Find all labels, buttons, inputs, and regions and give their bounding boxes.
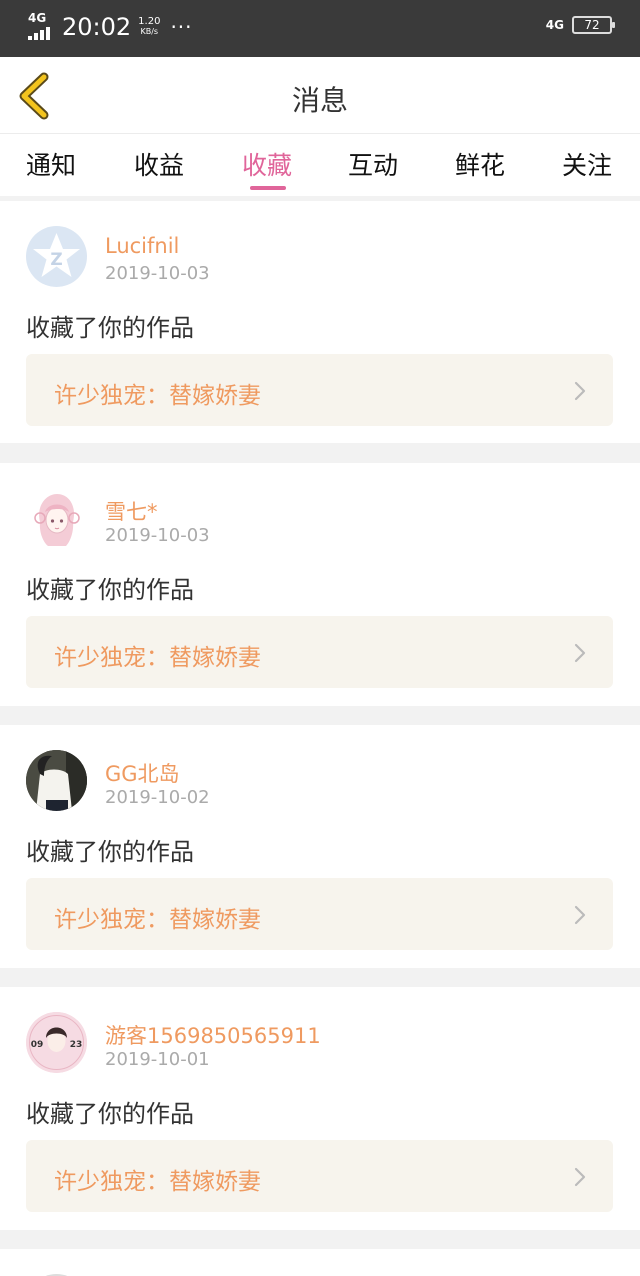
work-title: 许少独宠：替嫁娇妻 — [54, 907, 261, 933]
chevron-right-icon — [574, 905, 586, 925]
avatar[interactable]: Z — [26, 226, 87, 287]
message-action: 收藏了你的作品 — [26, 1100, 194, 1128]
work-title: 许少独宠：替嫁娇妻 — [54, 383, 261, 409]
status-time: 20:02 — [62, 13, 132, 41]
user-name[interactable]: Lucifnil — [105, 234, 179, 258]
status-bar: 4G 20:02 1.20 KB/s ··· 4G 72 — [0, 0, 640, 57]
work-title: 许少独宠：替嫁娇妻 — [54, 1169, 261, 1195]
page-title: 消息 — [291, 84, 348, 117]
work-link[interactable]: 许少独宠：替嫁娇妻 — [26, 878, 613, 950]
chevron-right-icon — [574, 381, 586, 401]
photo-avatar-icon — [26, 750, 87, 811]
network-speed: 1.20 KB/s — [138, 16, 161, 37]
tab-bar: 通知 收益 收藏 互动 鲜花 关注 — [0, 134, 640, 196]
work-title: 许少独宠：替嫁娇妻 — [54, 645, 261, 671]
work-link[interactable]: 许少独宠：替嫁娇妻 — [26, 1140, 613, 1212]
chevron-right-icon — [574, 1167, 586, 1187]
avatar[interactable] — [26, 488, 87, 549]
list-item[interactable] — [0, 1249, 640, 1276]
list-item[interactable]: 雪七* 2019-10-03 收藏了你的作品 许少独宠：替嫁娇妻 — [0, 463, 640, 706]
star-avatar-icon: Z — [33, 233, 80, 277]
avatar-text-left: 09 — [31, 1040, 44, 1050]
work-link[interactable]: 许少独宠：替嫁娇妻 — [26, 616, 613, 688]
work-link[interactable]: 许少独宠：替嫁娇妻 — [26, 354, 613, 426]
message-date: 2019-10-02 — [105, 787, 210, 808]
girl-avatar-icon — [34, 494, 80, 546]
tab-favorites[interactable]: 收藏 — [242, 146, 292, 182]
tab-earnings[interactable]: 收益 — [134, 146, 184, 182]
message-action: 收藏了你的作品 — [26, 838, 194, 866]
message-action: 收藏了你的作品 — [26, 314, 194, 342]
user-name[interactable]: 雪七* — [105, 496, 158, 526]
avatar-text-right: 23 — [70, 1040, 83, 1050]
message-date: 2019-10-03 — [105, 263, 210, 284]
chevron-right-icon — [574, 643, 586, 663]
network-type-right: 4G — [545, 18, 564, 32]
message-date: 2019-10-03 — [105, 525, 210, 546]
tab-notifications[interactable]: 通知 — [26, 146, 76, 182]
list-item[interactable]: Z Lucifnil 2019-10-03 收藏了你的作品 许少独宠：替嫁娇妻 — [0, 201, 640, 443]
battery-level: 72 — [584, 18, 600, 32]
user-name[interactable]: 游客1569850565911 — [105, 1020, 321, 1050]
avatar[interactable]: 09 23 — [26, 1012, 87, 1073]
user-name[interactable]: GG北岛 — [105, 758, 180, 788]
message-date: 2019-10-01 — [105, 1049, 210, 1070]
list-item[interactable]: 09 23 游客1569850565911 2019-10-01 收藏了你的作品… — [0, 987, 640, 1230]
network-type: 4G — [28, 11, 47, 25]
header: 消息 — [0, 57, 640, 134]
tab-interactions[interactable]: 互动 — [348, 146, 398, 182]
message-action: 收藏了你的作品 — [26, 576, 194, 604]
svg-text:Z: Z — [50, 250, 62, 270]
tab-flowers[interactable]: 鲜花 — [455, 146, 505, 182]
more-icon: ··· — [170, 15, 193, 39]
photo-avatar-icon: 09 23 — [26, 1012, 87, 1073]
battery-icon: 72 — [572, 16, 615, 34]
tab-following[interactable]: 关注 — [562, 146, 612, 182]
signal-icon: 4G — [28, 11, 54, 40]
active-tab-indicator — [250, 186, 286, 190]
avatar[interactable] — [26, 750, 87, 811]
list-item[interactable]: GG北岛 2019-10-02 收藏了你的作品 许少独宠：替嫁娇妻 — [0, 725, 640, 968]
